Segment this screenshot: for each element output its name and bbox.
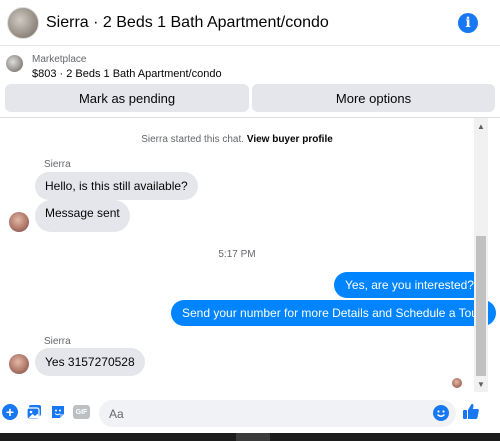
chat-start-text: Sierra started this chat. xyxy=(141,134,245,145)
bottom-bar xyxy=(0,433,500,441)
gif-icon[interactable]: GIF xyxy=(73,405,90,419)
chat-title[interactable]: Sierra · 2 Beds 1 Bath Apartment/condo xyxy=(46,14,329,32)
message-bubble-incoming[interactable]: Yes 3157270528 xyxy=(35,348,145,376)
emoji-icon[interactable] xyxy=(433,405,449,421)
chat-header: Sierra · 2 Beds 1 Bath Apartment/condo i xyxy=(0,0,500,46)
sender-avatar[interactable] xyxy=(9,354,29,374)
plus-icon[interactable]: + xyxy=(2,404,18,420)
image-icon[interactable] xyxy=(26,404,42,420)
message-bubble-outgoing[interactable]: Yes, are you interested? xyxy=(334,272,485,298)
listing-avatar[interactable] xyxy=(7,7,39,39)
message-bubble-incoming[interactable]: Hello, is this still available? xyxy=(35,172,198,200)
sender-name: Sierra xyxy=(44,159,71,170)
message-bubble-incoming[interactable]: Message sent xyxy=(35,200,130,232)
view-buyer-profile-link[interactable]: View buyer profile xyxy=(247,134,333,145)
more-options-button[interactable]: More options xyxy=(252,84,495,112)
sticker-icon[interactable] xyxy=(50,404,66,420)
message-input[interactable] xyxy=(99,400,456,427)
listing-thumbnail[interactable] xyxy=(6,55,23,72)
info-icon[interactable]: i xyxy=(458,13,478,33)
message-bubble-outgoing[interactable]: Send your number for more Details and Sc… xyxy=(171,300,496,326)
divider xyxy=(0,117,500,118)
chat-start-notice: Sierra started this chat. View buyer pro… xyxy=(0,134,474,145)
mark-as-pending-button[interactable]: Mark as pending xyxy=(5,84,249,112)
marketplace-label: Marketplace xyxy=(32,54,87,65)
read-receipt-avatar xyxy=(452,378,462,388)
sender-avatar[interactable] xyxy=(9,212,29,232)
thumbs-up-icon[interactable] xyxy=(462,402,480,420)
sender-name: Sierra xyxy=(44,336,71,347)
listing-summary[interactable]: $803 · 2 Beds 1 Bath Apartment/condo xyxy=(32,68,222,80)
scroll-down-icon[interactable]: ▼ xyxy=(477,380,485,389)
timestamp: 5:17 PM xyxy=(218,249,256,260)
scroll-up-icon[interactable]: ▲ xyxy=(477,122,485,131)
scrollbar-thumb[interactable] xyxy=(476,236,486,376)
